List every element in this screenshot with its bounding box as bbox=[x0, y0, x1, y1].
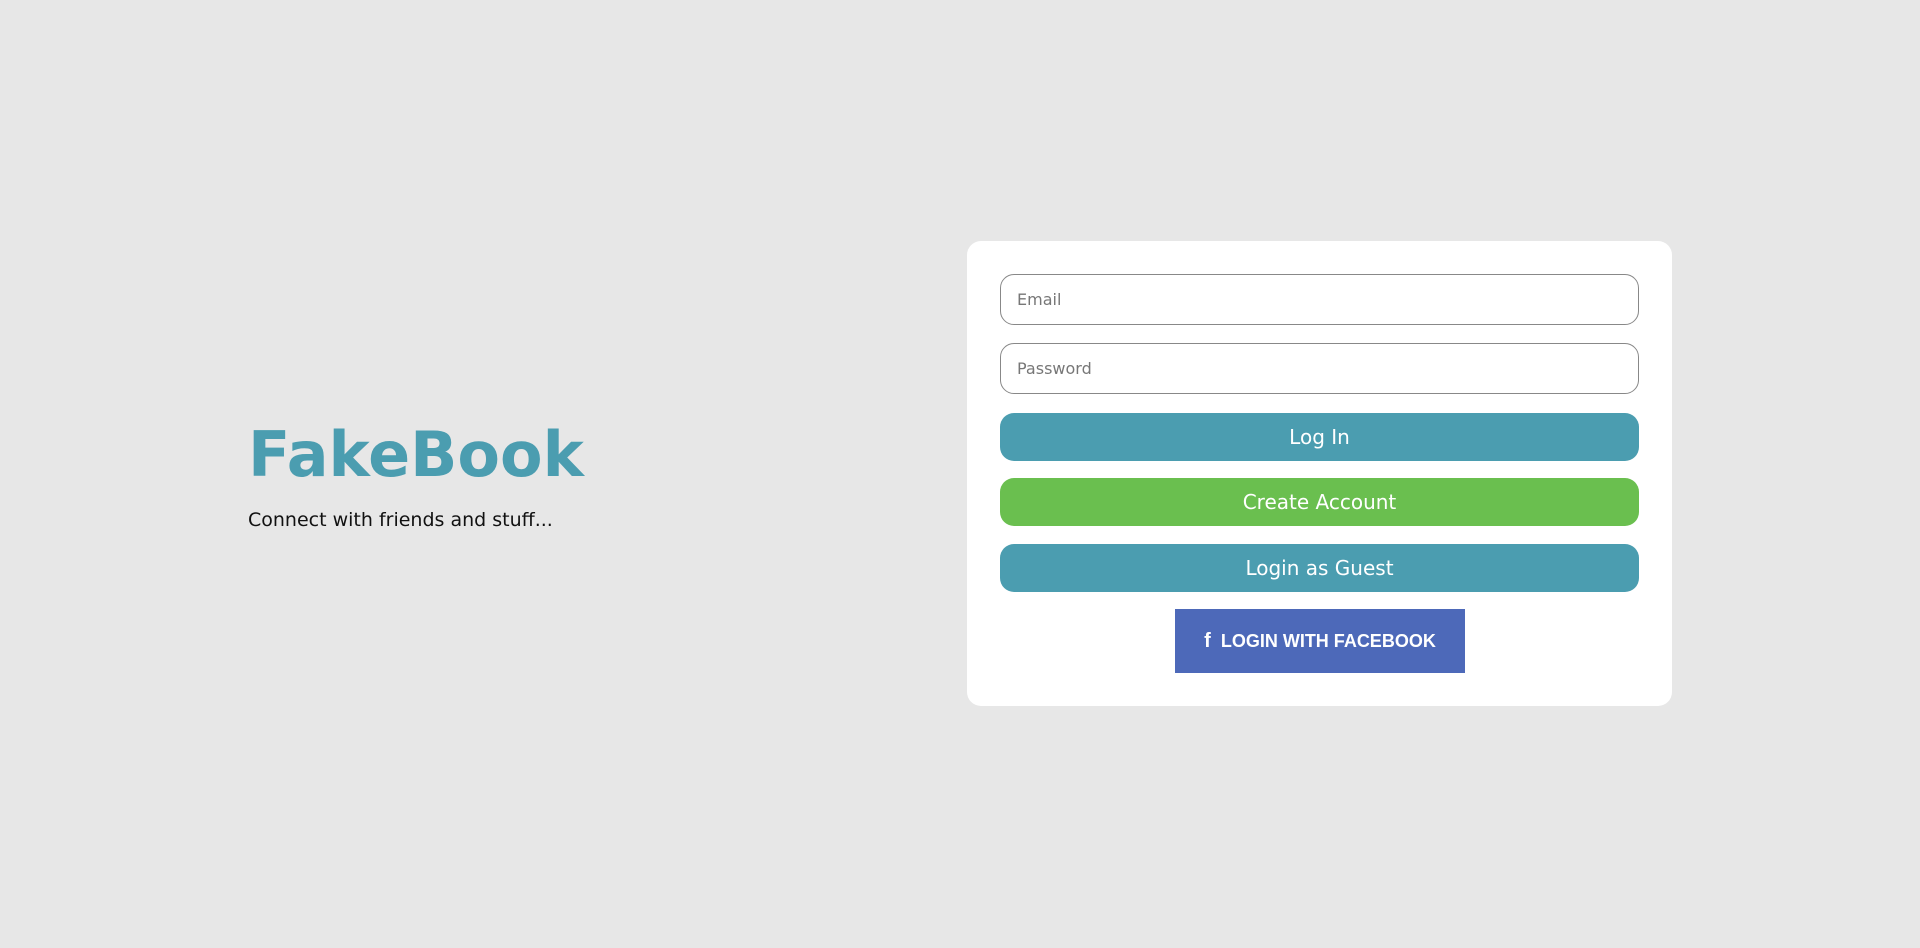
facebook-button-label: LOGIN WITH FACEBOOK bbox=[1220, 630, 1436, 651]
login-as-guest-button[interactable]: Login as Guest bbox=[1000, 544, 1639, 592]
password-input[interactable] bbox=[1000, 343, 1639, 394]
facebook-icon: f bbox=[1204, 629, 1211, 652]
app-title: FakeBook bbox=[248, 418, 584, 491]
app-tagline: Connect with friends and stuff... bbox=[248, 509, 553, 531]
brand-section: FakeBook Connect with friends and stuff.… bbox=[248, 415, 584, 531]
login-with-facebook-button[interactable]: f LOGIN WITH FACEBOOK bbox=[1175, 609, 1465, 673]
email-input[interactable] bbox=[1000, 274, 1639, 325]
create-account-button[interactable]: Create Account bbox=[1000, 478, 1639, 526]
login-card: Log In Create Account Login as Guest f L… bbox=[967, 241, 1672, 706]
login-button[interactable]: Log In bbox=[1000, 413, 1639, 461]
